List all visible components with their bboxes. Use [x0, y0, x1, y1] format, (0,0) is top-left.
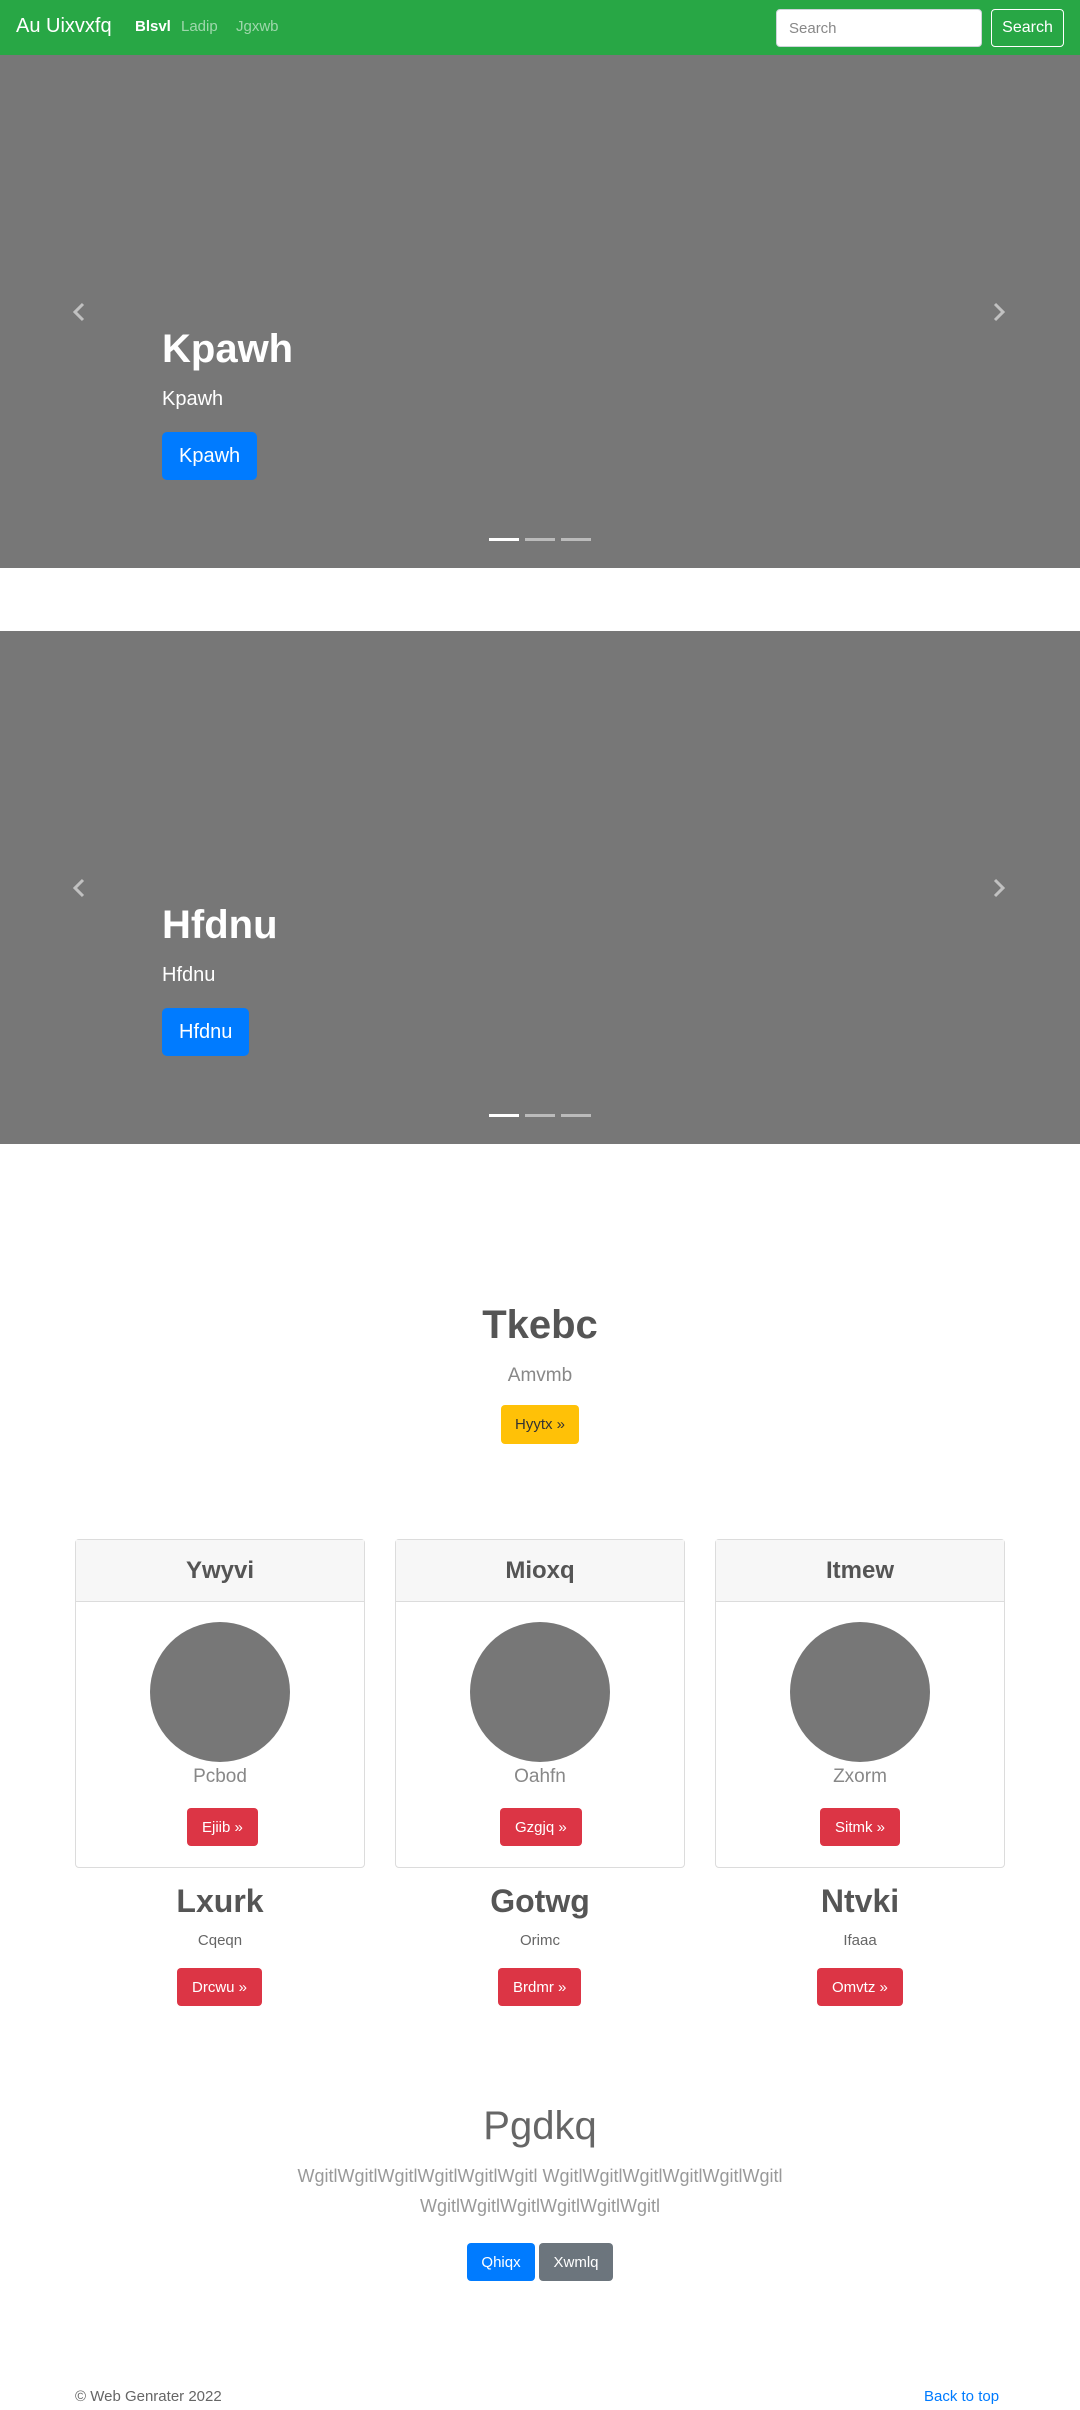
carousel: Hfdnu Hfdnu Hfdnu: [0, 631, 1080, 1144]
column-button[interactable]: Omvtz »: [817, 1968, 903, 2006]
hero-title: Tkebc: [482, 1303, 598, 1347]
slide-title: Hfdnu: [162, 903, 278, 947]
avatar: [470, 1622, 610, 1762]
card: Mioxq Oahfn Gzgjq »: [395, 1539, 685, 1868]
chevron-right-icon[interactable]: [986, 300, 1010, 324]
card: Itmew Zxorm Sitmk »: [715, 1539, 1005, 1868]
carousel-indicators: [489, 538, 592, 542]
chevron-left-icon[interactable]: [68, 300, 92, 324]
card-text: Pcbod: [193, 1766, 247, 1787]
column-title: Gotwg: [490, 1883, 590, 1919]
card-header: Ywyvi: [76, 1540, 364, 1602]
card: Ywyvi Pcbod Ejiib »: [75, 1539, 365, 1868]
card-button[interactable]: Ejiib »: [187, 1808, 258, 1846]
column-button[interactable]: Drcwu »: [177, 1968, 263, 2006]
primary-button[interactable]: Qhiqx: [467, 2243, 535, 2281]
card-text: Zxorm: [833, 1766, 887, 1787]
chevron-right-icon[interactable]: [986, 876, 1010, 900]
carousel: Kpawh Kpawh Kpawh: [0, 55, 1080, 568]
column-text: Orimc: [520, 1932, 560, 1949]
card-button[interactable]: Gzgjq »: [500, 1808, 582, 1846]
slide-subtitle: Kpawh: [162, 388, 224, 410]
hero-subtitle: Amvmb: [507, 1365, 573, 1386]
carousel-indicators: [489, 1114, 592, 1118]
indicator-3[interactable]: [561, 538, 591, 541]
slide-title: Kpawh: [162, 327, 294, 371]
chevron-left-icon[interactable]: [68, 876, 92, 900]
search-input[interactable]: [776, 9, 982, 47]
slide-subtitle: Hfdnu: [162, 964, 216, 986]
hero-button[interactable]: Hyytx »: [501, 1405, 579, 1444]
column-text: Ifaaa: [843, 1932, 877, 1949]
footer-copyright: © Web Genrater 2022: [75, 2388, 222, 2405]
feature-title: Pgdkq: [483, 2104, 597, 2148]
indicator-1[interactable]: [489, 538, 519, 541]
brand[interactable]: Au Uixvxfq: [16, 15, 112, 38]
nav-link-jgxwb[interactable]: Jgxwb: [236, 18, 279, 35]
secondary-button[interactable]: Xwmlq: [539, 2243, 613, 2281]
avatar: [790, 1622, 930, 1762]
search-button[interactable]: Search: [991, 9, 1064, 47]
feature-text: WgitlWgitlWgitlWgitlWgitlWgitl WgitlWgit…: [297, 2166, 783, 2216]
column-text: Cqeqn: [197, 1932, 243, 1949]
card-header: Itmew: [716, 1540, 1004, 1602]
nav-link-ladip[interactable]: Ladip: [181, 18, 218, 35]
indicator-2[interactable]: [525, 538, 555, 541]
indicator-3[interactable]: [561, 1114, 591, 1117]
indicator-1[interactable]: [489, 1114, 519, 1117]
slide-button[interactable]: Hfdnu: [162, 1008, 250, 1056]
nav-link-blsvl[interactable]: Blsvl: [135, 18, 171, 35]
column-button[interactable]: Brdmr »: [498, 1968, 582, 2006]
indicator-2[interactable]: [525, 1114, 555, 1117]
navbar: Au Uixvxfq Blsvl Ladip Jgxwb Search: [0, 0, 1080, 55]
column-title: Ntvki: [820, 1883, 900, 1919]
card-button[interactable]: Sitmk »: [820, 1808, 901, 1846]
slide-button[interactable]: Kpawh: [162, 432, 258, 480]
back-to-top-link[interactable]: Back to top: [924, 2388, 999, 2405]
column-title: Lxurk: [176, 1883, 264, 1919]
card-header: Mioxq: [396, 1540, 684, 1602]
avatar: [150, 1622, 290, 1762]
card-text: Oahfn: [514, 1766, 566, 1787]
